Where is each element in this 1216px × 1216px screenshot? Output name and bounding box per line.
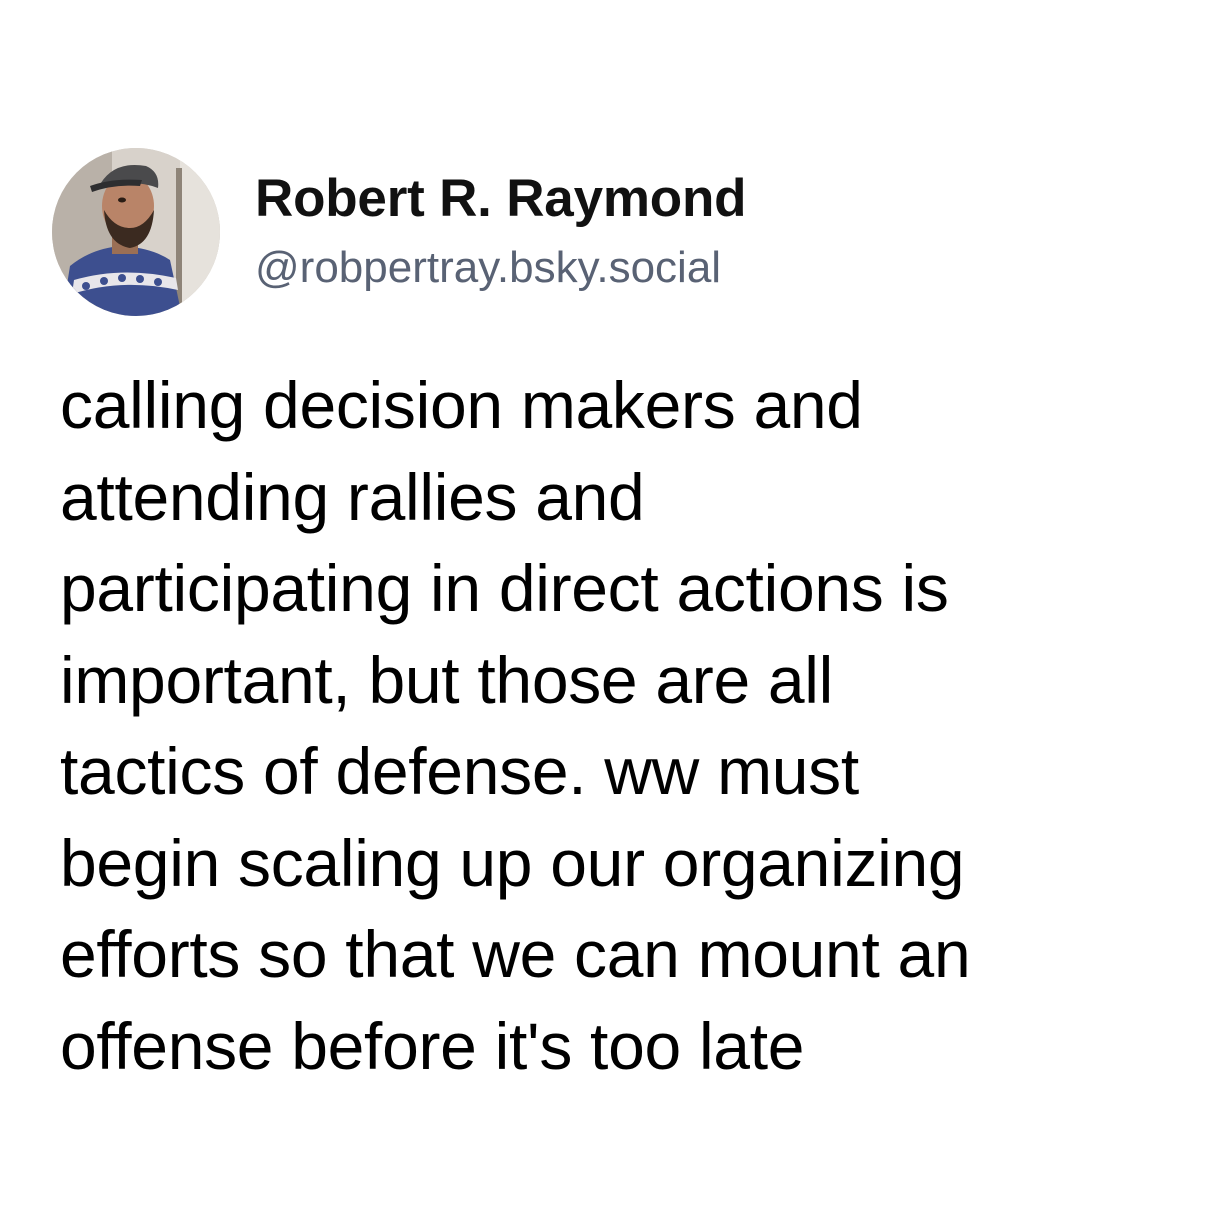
post-text-line: attending rallies and [60,459,645,534]
author-name[interactable]: Robert R. Raymond [255,168,747,230]
post-text-line: important, but those are all [60,642,834,717]
post-text-line: offense before it's too late [60,1008,805,1083]
post-text-line: tactics of defense. ww must [60,734,859,808]
avatar-photo [52,148,220,316]
post-text-line: efforts so that we can mount an [60,917,971,991]
post-card: Robert R. Raymond @robpertray.bsky.socia… [0,0,1216,1216]
post-text: calling decision makers and attending ra… [60,360,1160,1092]
post-text-line: participating in direct actions is [60,551,949,625]
avatar[interactable] [52,148,220,316]
post-text-line: begin scaling up our organizing [60,825,965,900]
author-handle[interactable]: @robpertray.bsky.social [255,241,721,295]
post-text-line: calling decision makers and [60,368,863,442]
